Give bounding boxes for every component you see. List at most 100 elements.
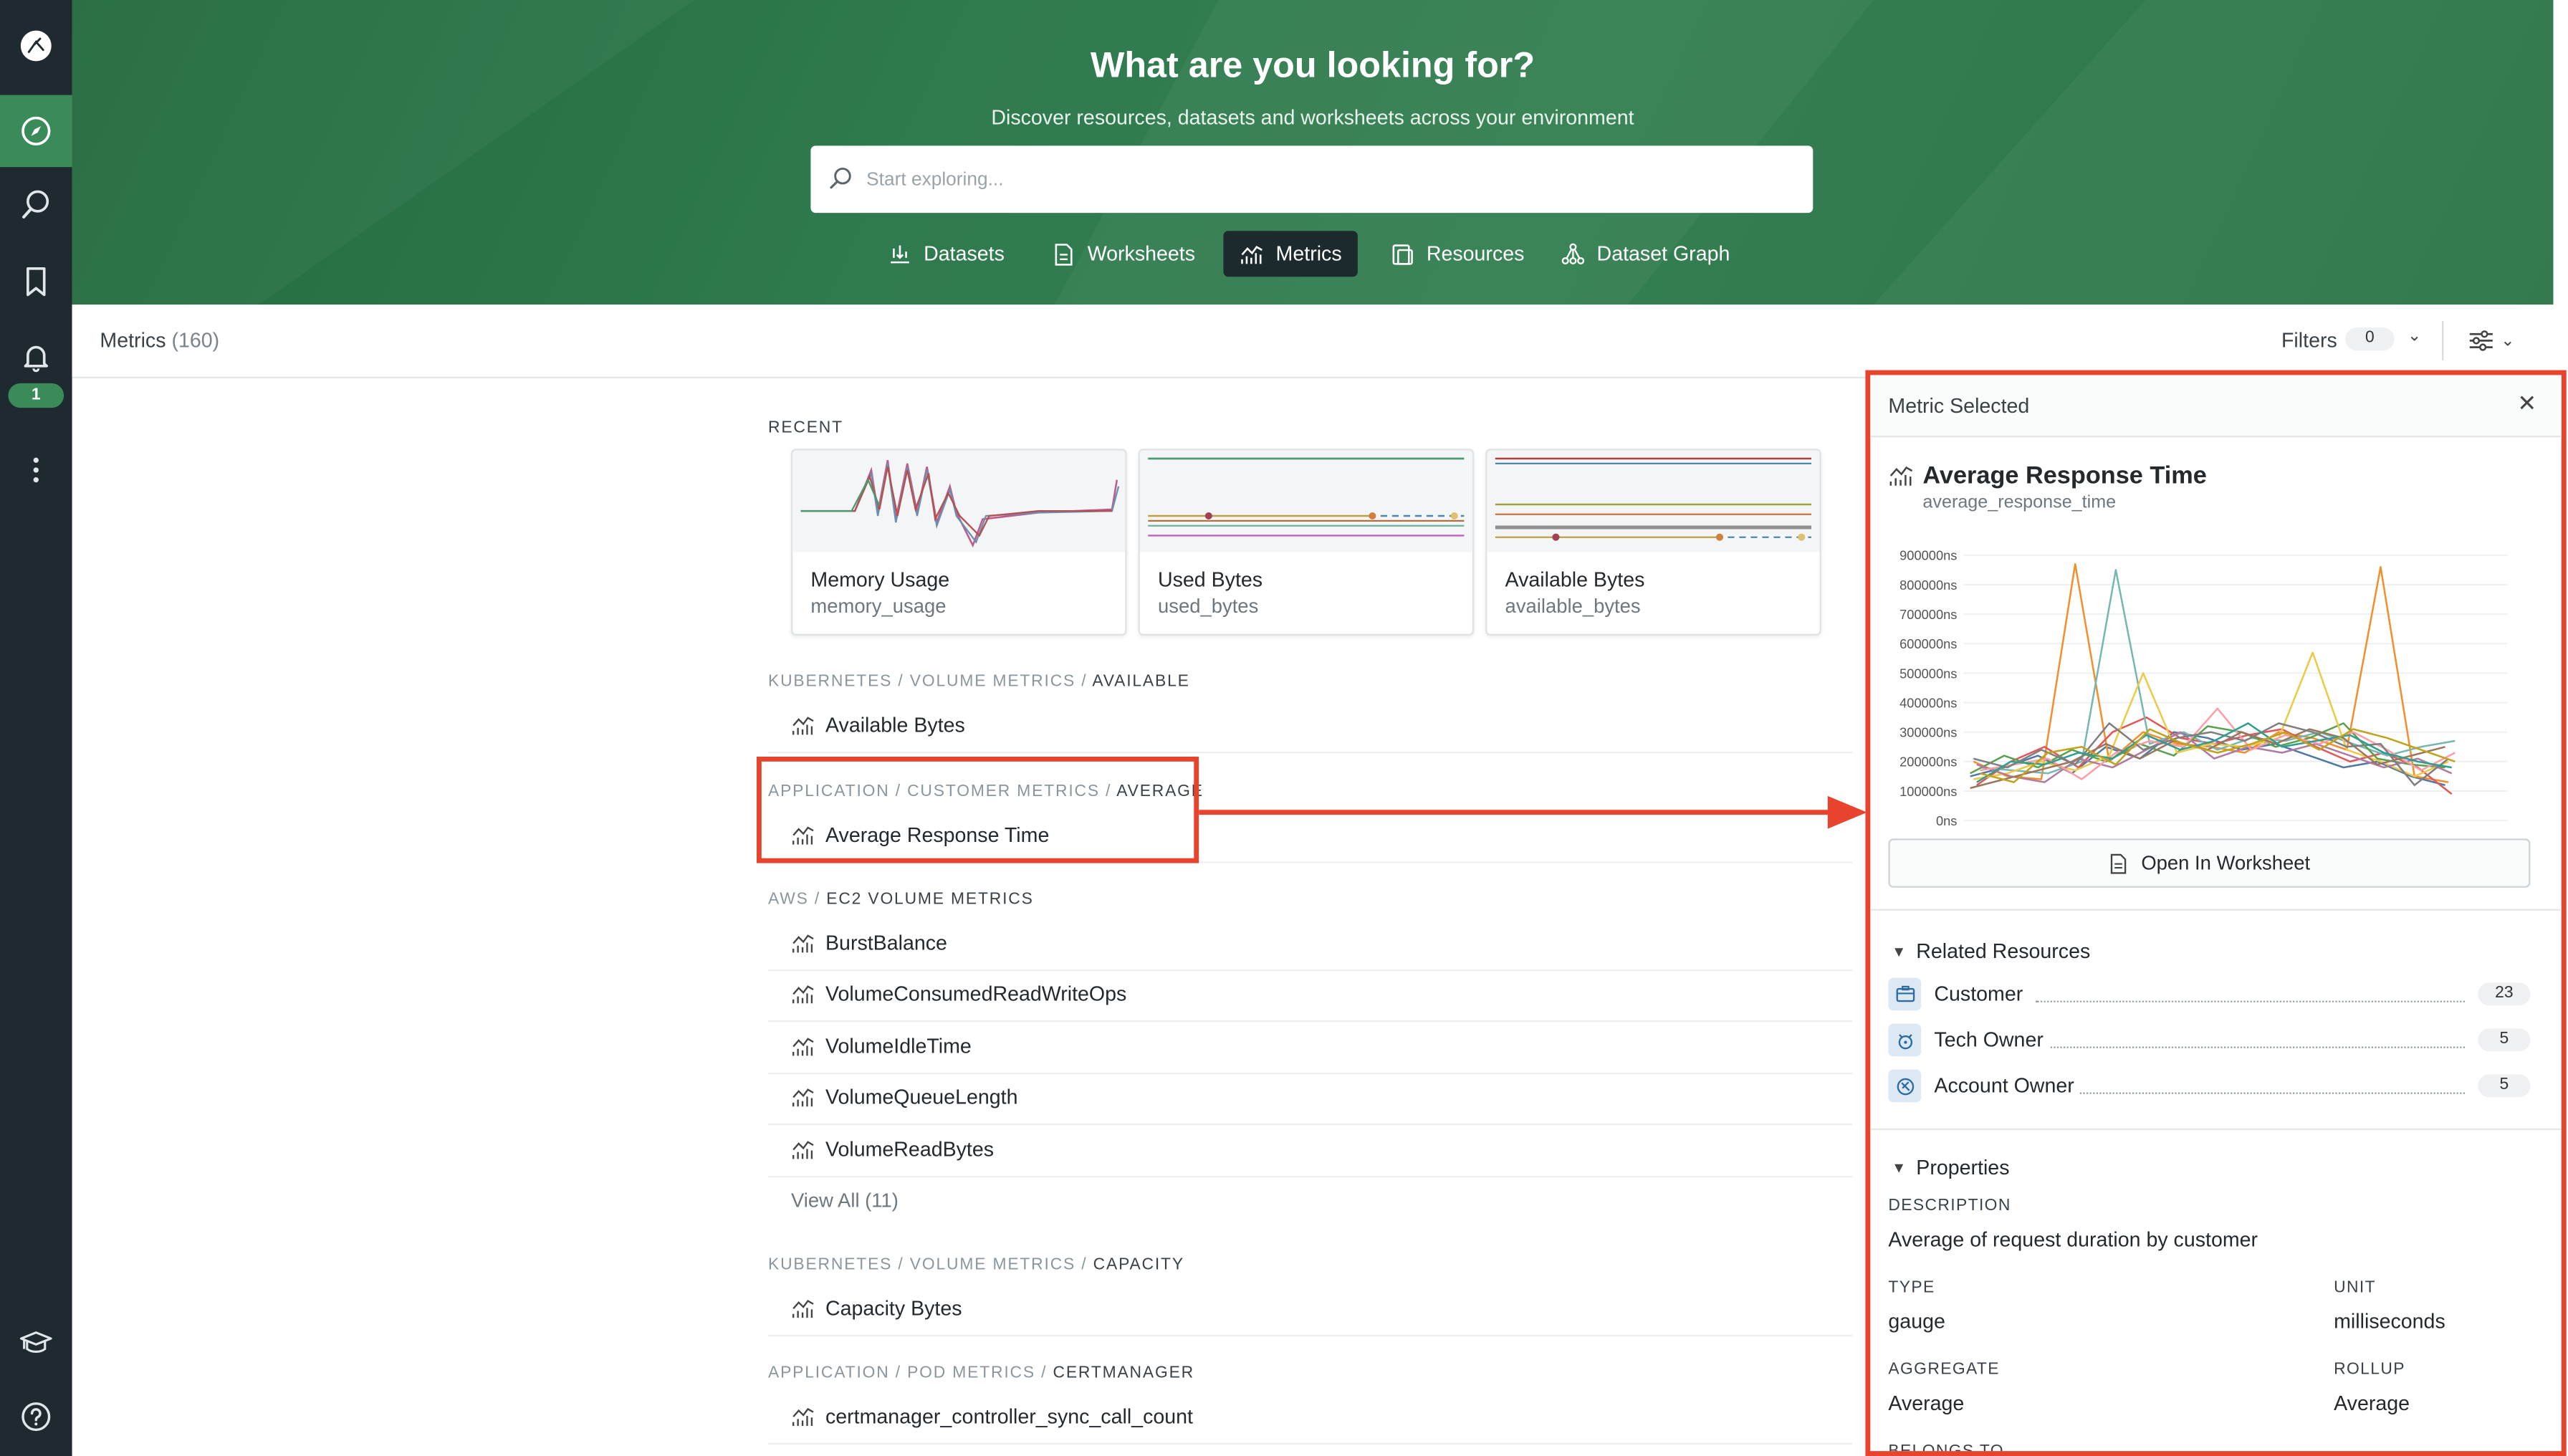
recent-card-title: Used Bytes [1157,568,1263,592]
section-path: KUBERNETES / VOLUME METRICS / [767,1256,1093,1275]
graduation-cap-icon[interactable] [0,1307,72,1379]
related-resource-count: 23 [2478,982,2531,1006]
open-in-worksheet-button[interactable]: Open In Worksheet [1888,838,2531,888]
metric-icon [792,1407,814,1426]
aggregate-label: AGGREGATE [1888,1361,2000,1379]
list-item[interactable]: BurstBalance [767,919,1853,972]
chevron-down-icon[interactable]: ⌄ [2408,327,2421,345]
more-vertical-icon[interactable] [0,434,72,507]
chart-y-tick-label: 0ns [1936,813,1957,828]
rollup-label: ROLLUP [2334,1361,2405,1379]
view-settings-button[interactable]: ⌄ [2468,326,2518,355]
list-item[interactable]: Capacity Bytes [767,1284,1853,1337]
related-resource-count: 5 [2478,1074,2531,1098]
unit-label: UNIT [2334,1279,2376,1298]
section-path-aws-ec2: AWS / EC2 VOLUME METRICS [768,891,1034,909]
chart-y-tick-label: 700000ns [1899,607,1957,622]
metrics-icon [1241,244,1263,264]
tab-resources[interactable]: Resources [1374,231,1541,277]
list-item[interactable]: certmanager_controller_sync_call_count [767,1392,1853,1445]
available-bytes-sparkline [1487,450,1820,552]
list-item-label: VolumeIdleTime [825,1035,972,1058]
tab-worksheets[interactable]: Worksheets [1035,231,1212,277]
section-path: KUBERNETES / VOLUME METRICS / [767,673,1093,691]
section-path: APPLICATION / POD METRICS / [767,1364,1053,1383]
filters-button[interactable]: Filters [2281,329,2337,352]
type-value: gauge [1888,1310,1945,1333]
hero-banner: What are you looking for? Discover resou… [72,0,2554,305]
help-icon[interactable] [0,1381,72,1453]
metric-icon [792,1038,814,1056]
list-item-label: VolumeReadBytes [825,1138,995,1162]
recent-card-available-bytes[interactable]: Available Bytes available_bytes [1485,449,1821,636]
results-title: Metrics (160) [100,329,219,352]
section-path-application-certmanager: APPLICATION / POD METRICS / CERTMANAGER [768,1364,1194,1382]
list-item[interactable]: VolumeReadBytes [767,1125,1853,1178]
dotted-leader [2078,1092,2465,1094]
caret-down-icon[interactable]: ▼ [1892,1159,1906,1176]
properties-title[interactable]: Properties [1916,1156,2009,1179]
results-title-text: Metrics [100,329,166,353]
left-nav: 1 [0,0,72,1456]
panel-header: Metric Selected ✕ [1870,375,2562,438]
list-item[interactable]: Available Bytes [767,701,1853,754]
related-resource-count: 5 [2478,1028,2531,1052]
chart-y-ticks: 0ns 100000ns 200000ns 300000ns 400000ns 50000… [1899,548,1957,828]
recent-heading: RECENT [767,419,843,438]
hero-subtitle: Discover resources, datasets and workshe… [991,106,1634,130]
search-box[interactable] [810,145,1814,214]
recent-card-memory-usage[interactable]: Memory Usage memory_usage [790,449,1127,636]
chart-y-tick-label: 600000ns [1899,636,1957,651]
related-resources-title[interactable]: Related Resources [1916,940,2090,963]
section-path: AWS / [767,891,827,909]
dotted-leader [2045,1046,2465,1048]
bookmark-icon[interactable] [0,246,72,318]
bell-icon[interactable] [0,321,72,393]
tab-datasets[interactable]: Datasets [871,231,1021,277]
search-icon[interactable] [0,168,72,241]
resources-icon [1392,244,1413,264]
belongs-to-label: BELONGS TO [1888,1442,2004,1456]
tab-dataset-graph[interactable]: Dataset Graph [1544,231,1746,277]
list-item[interactable]: VolumeConsumedReadWriteOps [767,969,1853,1022]
close-icon[interactable]: ✕ [2514,390,2541,416]
list-item[interactable]: VolumeQueueLength [767,1073,1853,1126]
rollup-value: Average [2334,1392,2410,1415]
tab-metrics[interactable]: Metrics [1223,231,1359,277]
explore-compass-icon[interactable] [0,95,72,168]
search-input[interactable] [863,162,1787,198]
tab-datasets-label: Datasets [924,242,1005,266]
metric-icon [792,1088,814,1107]
related-resource-tech-owner[interactable]: Tech Owner 5 [1888,1023,2531,1060]
chart-y-tick-label: 400000ns [1899,695,1957,710]
worksheet-icon [2111,853,2127,873]
caret-down-icon[interactable]: ▼ [1892,944,1906,960]
list-item-label: BurstBalance [825,931,947,955]
section-path-leaf: CERTMANAGER [1053,1364,1194,1383]
chart-y-tick-label: 200000ns [1899,755,1957,770]
highlight-box [756,756,1199,863]
metric-chart: 0ns 100000ns 200000ns 300000ns 400000ns 50000… [1899,548,2508,828]
list-item[interactable]: VolumeIdleTime [767,1022,1853,1075]
section-path-leaf: EC2 VOLUME METRICS [826,891,1034,909]
tab-resources-label: Resources [1426,242,1525,266]
hero-title: What are you looking for? [1090,44,1535,85]
memory-usage-sparkline [792,450,1126,552]
view-all-link[interactable]: View All (11) [791,1189,899,1212]
description-label: DESCRIPTION [1888,1197,2011,1215]
chart-series-line [1980,728,2456,783]
chart-series-line [1976,716,2453,795]
metric-icon [792,1300,814,1318]
section-path-kubernetes-available: KUBERNETES / VOLUME METRICS / AVAILABLE [768,673,1190,691]
recent-card-used-bytes[interactable]: Used Bytes used_bytes [1138,449,1475,636]
results-count: (160) [171,329,220,353]
type-label: TYPE [1888,1279,1935,1298]
list-item-label: Available Bytes [825,714,965,737]
dotted-leader [2036,1000,2465,1002]
related-resource-account-owner[interactable]: Account Owner 5 [1888,1069,2531,1106]
related-resource-customer[interactable]: Customer 23 [1888,977,2531,1014]
list-item-label: VolumeConsumedReadWriteOps [825,982,1127,1006]
app-logo-icon[interactable] [0,10,72,82]
panel-divider [1870,909,2562,911]
tab-worksheets-label: Worksheets [1087,242,1196,266]
